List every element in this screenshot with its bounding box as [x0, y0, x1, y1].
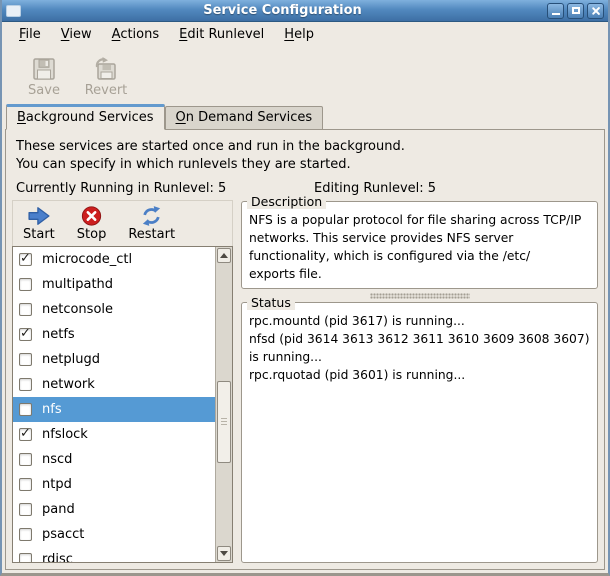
restart-button[interactable]: Restart — [120, 202, 183, 245]
service-row[interactable]: ntpd — [13, 472, 215, 497]
stop-button[interactable]: Stop — [69, 202, 115, 245]
scroll-up-button[interactable] — [217, 248, 231, 263]
tab-bar: Background Services On Demand Services — [2, 103, 608, 130]
service-list: microcode_ctl multipathd netconsole netf… — [13, 247, 215, 562]
arrow-down-icon — [220, 551, 228, 556]
scrollbar-thumb[interactable] — [217, 381, 231, 463]
arrow-up-icon — [220, 253, 228, 258]
start-label: Start — [23, 227, 55, 242]
status-text: rpc.mountd (pid 3617) is running... nfsd … — [249, 314, 590, 382]
service-checkbox[interactable] — [19, 528, 32, 541]
floppy-revert-icon — [95, 56, 116, 80]
service-name-label: multipathd — [42, 277, 114, 292]
stop-icon — [81, 206, 102, 226]
service-row[interactable]: pand — [13, 497, 215, 522]
revert-label: Revert — [84, 82, 128, 98]
service-row[interactable]: netconsole — [13, 297, 215, 322]
status-panel: Status rpc.mountd (pid 3617) is running.… — [241, 295, 598, 563]
service-name-label: microcode_ctl — [42, 252, 133, 267]
floppy-disk-icon — [33, 57, 55, 80]
service-row[interactable]: nfs — [13, 397, 215, 422]
service-checkbox[interactable] — [19, 553, 32, 562]
intro-text: These services are started once and run … — [16, 138, 598, 173]
service-row[interactable]: netfs — [13, 322, 215, 347]
description-text: NFS is a popular protocol for file shari… — [249, 213, 582, 281]
minimize-button[interactable] — [547, 2, 564, 19]
service-action-toolbar: Start Stop Restart — [12, 200, 233, 246]
menubar: File View Actions Edit Runlevel Help — [2, 22, 608, 47]
service-name-label: nfslock — [42, 427, 88, 442]
service-row[interactable]: microcode_ctl — [13, 247, 215, 272]
titlebar[interactable]: Service Configuration — [2, 0, 608, 22]
save-button[interactable]: Save — [18, 51, 70, 102]
tab-on-demand-services[interactable]: On Demand Services — [164, 106, 324, 130]
service-row[interactable]: netplugd — [13, 347, 215, 372]
service-checkbox[interactable] — [19, 278, 32, 291]
current-runlevel-label: Currently Running in Runlevel: 5 — [16, 181, 227, 196]
service-checkbox[interactable] — [19, 403, 32, 416]
description-panel-title: Description — [247, 194, 327, 209]
start-button[interactable]: Start — [15, 202, 63, 245]
service-name-label: nfs — [42, 402, 62, 417]
status-panel-title: Status — [247, 295, 295, 310]
maximize-icon — [571, 7, 580, 14]
service-name-label: netfs — [42, 327, 75, 342]
window-title: Service Configuration — [203, 3, 362, 18]
editing-runlevel-label: Editing Runlevel: 5 — [314, 181, 437, 196]
scroll-down-button[interactable] — [217, 546, 231, 561]
service-name-label: netconsole — [42, 302, 114, 317]
service-row[interactable]: nscd — [13, 447, 215, 472]
service-list-scrollbar[interactable] — [215, 247, 232, 562]
restart-icon — [143, 206, 161, 226]
service-name-label: psacct — [42, 527, 85, 542]
restart-label: Restart — [128, 227, 176, 242]
maximize-button[interactable] — [567, 2, 584, 19]
service-checkbox[interactable] — [19, 251, 32, 266]
service-row[interactable]: rdisc — [13, 547, 215, 563]
service-checkbox[interactable] — [19, 303, 32, 316]
description-panel: Description NFS is a popular protocol fo… — [241, 194, 598, 289]
service-checkbox[interactable] — [19, 378, 32, 391]
service-checkbox[interactable] — [19, 503, 32, 516]
revert-button[interactable]: Revert — [80, 51, 132, 102]
tab-background-services[interactable]: Background Services — [6, 104, 165, 130]
intro-line-2: You can specify in which runlevels they … — [16, 156, 351, 172]
minimize-icon — [551, 12, 560, 15]
service-row[interactable]: nfslock — [13, 422, 215, 447]
menu-view[interactable]: View — [52, 24, 101, 45]
menu-edit-runlevel[interactable]: Edit Runlevel — [170, 24, 273, 45]
service-name-label: nscd — [42, 452, 73, 467]
service-row[interactable]: psacct — [13, 522, 215, 547]
service-name-label: netplugd — [42, 352, 100, 367]
service-name-label: network — [42, 377, 95, 392]
service-checkbox[interactable] — [19, 353, 32, 366]
service-list-panel: microcode_ctl multipathd netconsole netf… — [12, 246, 233, 563]
service-name-label: ntpd — [42, 477, 72, 492]
service-checkbox[interactable] — [19, 453, 32, 466]
stop-label: Stop — [76, 227, 107, 242]
menu-file[interactable]: File — [10, 24, 50, 45]
service-row[interactable]: multipathd — [13, 272, 215, 297]
service-checkbox[interactable] — [19, 326, 32, 341]
service-checkbox[interactable] — [19, 426, 32, 441]
service-name-label: pand — [42, 502, 75, 517]
start-icon — [28, 207, 50, 225]
service-configuration-window: Service Configuration File View Actions … — [0, 0, 610, 576]
service-checkbox[interactable] — [19, 478, 32, 491]
toolbar: Save Revert — [2, 47, 608, 102]
divider-grip-icon — [369, 292, 470, 299]
save-label: Save — [28, 82, 60, 98]
app-icon[interactable] — [6, 4, 21, 17]
tab-content: These services are started once and run … — [5, 129, 605, 570]
service-row[interactable]: network — [13, 372, 215, 397]
service-name-label: rdisc — [42, 552, 73, 563]
menu-actions[interactable]: Actions — [103, 24, 169, 45]
menu-help[interactable]: Help — [275, 24, 323, 45]
intro-line-1: These services are started once and run … — [16, 139, 405, 154]
close-button[interactable] — [587, 2, 604, 19]
close-icon — [591, 6, 601, 16]
